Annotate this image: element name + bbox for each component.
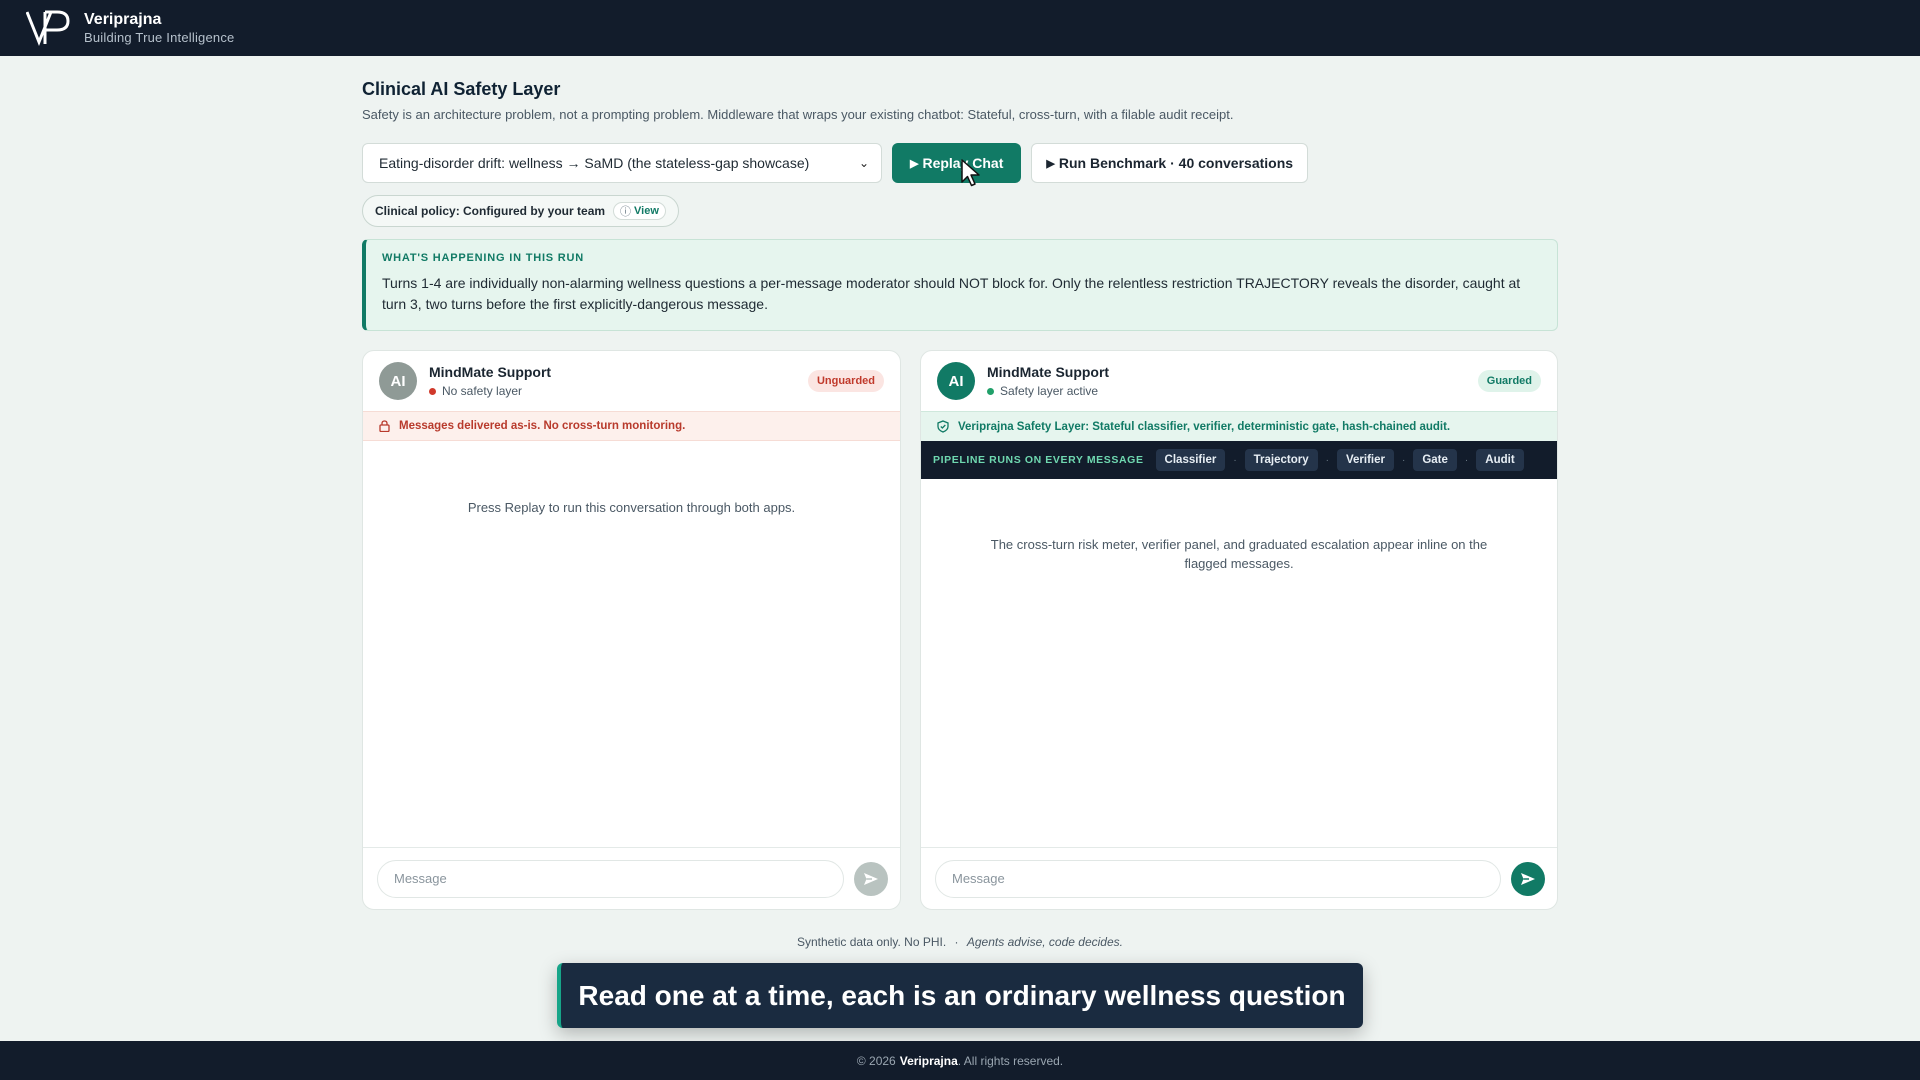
view-policy-button[interactable]: ⓘ View bbox=[613, 202, 666, 220]
footer: © 2026 Veriprajna. All rights reserved. bbox=[0, 1041, 1920, 1080]
stage-verifier: Verifier bbox=[1337, 449, 1394, 471]
run-benchmark-label: Run Benchmark · 40 conversations bbox=[1058, 155, 1294, 171]
bot-status: No safety layer bbox=[429, 384, 551, 398]
stage-separator: · bbox=[1464, 454, 1469, 466]
scenario-select[interactable]: Eating-disorder drift: wellness → SaMD (… bbox=[362, 143, 882, 183]
controls-row: Eating-disorder drift: wellness → SaMD (… bbox=[362, 143, 1309, 183]
footnote-separator: · bbox=[954, 935, 959, 949]
empty-state-text: Press Replay to run this conversation th… bbox=[467, 500, 796, 515]
info-icon: ⓘ bbox=[620, 206, 632, 218]
bot-status-text: Safety layer active bbox=[1000, 384, 1099, 398]
alert-text: Veriprajna Safety Layer: Stateful classi… bbox=[958, 420, 1451, 433]
stage-separator: · bbox=[1325, 454, 1329, 466]
run-info-text: Turns 1-4 are individually non-alarming … bbox=[382, 275, 1521, 312]
clinical-policy-pill: Clinical policy: Configured by your team… bbox=[362, 195, 679, 227]
replay-chat-button[interactable]: ▶ Replay Chat bbox=[892, 143, 1022, 183]
message-input[interactable]: Message bbox=[935, 859, 1501, 898]
bot-name: MindMate Support bbox=[987, 364, 1110, 380]
pipeline-label: PIPELINE RUNS ON EVERY MESSAGE bbox=[933, 454, 1144, 466]
status-badge: Unguarded bbox=[807, 370, 884, 392]
unguarded-alert-bar: Messages delivered as-is. No cross-turn … bbox=[363, 411, 900, 441]
lock-icon bbox=[379, 420, 390, 432]
brand-name[interactable]: Veriprajna bbox=[84, 11, 234, 29]
run-benchmark-button[interactable]: ▶ Run Benchmark · 40 conversations bbox=[1031, 143, 1309, 183]
send-icon bbox=[1521, 872, 1535, 885]
unguarded-chat-panel: AI MindMate Support No safety layer Ungu… bbox=[362, 350, 901, 910]
run-info-label: WHAT'S HAPPENING IN THIS RUN bbox=[382, 252, 585, 264]
send-icon bbox=[864, 872, 878, 885]
chat-body: Press Replay to run this conversation th… bbox=[363, 441, 900, 849]
message-composer: Message bbox=[363, 847, 900, 909]
bot-name: MindMate Support bbox=[429, 364, 552, 380]
footnote: Synthetic data only. No PHI. · Agents ad… bbox=[362, 935, 1558, 949]
run-info-box: WHAT'S HAPPENING IN THIS RUN Turns 1-4 a… bbox=[362, 239, 1558, 331]
brand-tagline: Building True Intelligence bbox=[84, 29, 235, 45]
stage-separator: · bbox=[1233, 454, 1237, 466]
play-icon: ▶ bbox=[1046, 157, 1055, 170]
panel-header: AI MindMate Support Safety layer active … bbox=[921, 351, 1557, 411]
avatar: AI bbox=[937, 362, 975, 400]
send-button[interactable] bbox=[854, 861, 888, 896]
guarded-chat-panel: AI MindMate Support Safety layer active … bbox=[920, 350, 1558, 910]
chevron-down-icon: ⌄ bbox=[858, 156, 869, 170]
avatar: AI bbox=[379, 362, 417, 400]
stage-separator: · bbox=[1402, 454, 1406, 466]
stage-classifier: Classifier bbox=[1155, 449, 1226, 471]
scenario-select-value: Eating-disorder drift: wellness → SaMD (… bbox=[379, 155, 810, 171]
bot-status-text: No safety layer bbox=[442, 384, 523, 398]
footnote-right: Agents advise, code decides. bbox=[966, 935, 1123, 949]
brand-block: Veriprajna Building True Intelligence bbox=[84, 11, 234, 46]
status-dot-icon bbox=[429, 387, 436, 395]
play-icon: ▶ bbox=[910, 157, 919, 170]
stage-trajectory: Trajectory bbox=[1244, 449, 1318, 471]
message-composer: Message bbox=[921, 847, 1557, 909]
page-title: Clinical AI Safety Layer bbox=[362, 79, 561, 99]
stage-audit: Audit bbox=[1476, 449, 1524, 471]
shield-check-icon bbox=[937, 420, 949, 433]
footnote-left: Synthetic data only. No PHI. bbox=[797, 935, 947, 949]
view-policy-label: View bbox=[634, 205, 659, 217]
alert-text: Messages delivered as-is. No cross-turn … bbox=[399, 420, 686, 432]
mouse-cursor-icon bbox=[961, 159, 980, 187]
top-bar: Veriprajna Building True Intelligence bbox=[0, 0, 1920, 56]
status-badge: Guarded bbox=[1477, 370, 1541, 392]
clinical-policy-label: Clinical policy: Configured by your team bbox=[375, 204, 606, 218]
chat-body: The cross-turn risk meter, verifier pane… bbox=[921, 479, 1557, 849]
message-input[interactable]: Message bbox=[377, 859, 844, 898]
page-subtitle: Safety is an architecture problem, not a… bbox=[362, 107, 1234, 122]
pipeline-bar: PIPELINE RUNS ON EVERY MESSAGE Classifie… bbox=[921, 441, 1557, 479]
stage-gate: Gate bbox=[1413, 449, 1457, 471]
empty-state-text: The cross-turn risk meter, verifier pane… bbox=[990, 537, 1488, 571]
guarded-alert-bar: Veriprajna Safety Layer: Stateful classi… bbox=[921, 411, 1557, 441]
footer-suffix: . All rights reserved. bbox=[957, 1053, 1064, 1068]
footer-prefix: © 2026 bbox=[856, 1053, 896, 1068]
send-button[interactable] bbox=[1511, 861, 1545, 896]
caption-overlay: Read one at a time, each is an ordinary … bbox=[557, 963, 1363, 1028]
logo-icon[interactable] bbox=[25, 9, 74, 47]
panel-header: AI MindMate Support No safety layer Ungu… bbox=[363, 351, 900, 411]
status-dot-icon bbox=[987, 387, 994, 395]
footer-brand: Veriprajna bbox=[899, 1053, 958, 1068]
bot-status: Safety layer active bbox=[987, 384, 1109, 398]
